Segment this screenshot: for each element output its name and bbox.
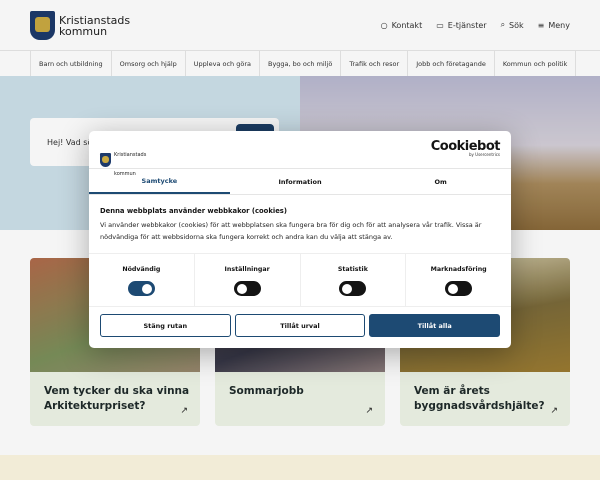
tab-information[interactable]: Information	[230, 169, 371, 194]
allow-selection-button[interactable]: Tillåt urval	[234, 314, 366, 337]
logo-line2: kommun	[114, 171, 136, 177]
tab-om[interactable]: Om	[370, 169, 511, 194]
preferences-toggle[interactable]	[233, 281, 261, 296]
dialog-logo: Kristianstads kommun	[100, 141, 146, 179]
cookiebot-logo[interactable]: Cookiebot by Usercentrics	[431, 139, 501, 157]
toggle-label: Statistik	[337, 266, 368, 273]
toggle-label: Marknadsföring	[430, 266, 487, 273]
allow-all-button[interactable]: Tillåt alla	[369, 314, 501, 337]
toggle-label: Inställningar	[224, 266, 270, 273]
close-button[interactable]: Stäng rutan	[100, 314, 231, 337]
marketing-toggle[interactable]	[445, 281, 473, 296]
cookie-consent-dialog: Kristianstads kommun Cookiebot by Usercen…	[89, 131, 511, 348]
statistics-toggle[interactable]	[339, 281, 367, 296]
crest-icon	[100, 153, 111, 167]
dialog-text: Vi använder webbkakor (cookies) för att …	[100, 221, 482, 241]
toggle-label: Nödvändig	[122, 266, 161, 273]
dialog-heading: Denna webbplats använder webbkakor (cook…	[100, 207, 287, 215]
necessary-toggle[interactable]	[127, 281, 155, 296]
logo-line1: Kristianstads	[114, 152, 147, 158]
